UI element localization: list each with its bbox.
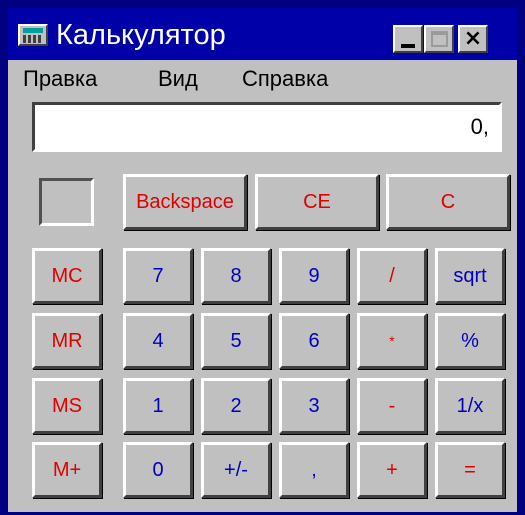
window-title: Калькулятор	[56, 19, 226, 51]
title-bar[interactable]: Калькулятор ×	[8, 8, 517, 60]
clear-entry-button[interactable]: CE	[255, 174, 379, 230]
memory-store-button[interactable]: MS	[32, 378, 102, 434]
digit-3-button[interactable]: 3	[279, 378, 349, 434]
minimize-button[interactable]	[393, 25, 423, 53]
backspace-button[interactable]: Backspace	[123, 174, 247, 230]
clear-button[interactable]: C	[386, 174, 510, 230]
menu-edit[interactable]: Правка	[23, 66, 97, 92]
minimize-icon	[401, 44, 415, 48]
equals-button[interactable]: =	[435, 442, 505, 498]
digit-6-button[interactable]: 6	[279, 313, 349, 369]
memory-recall-button[interactable]: MR	[32, 313, 102, 369]
digit-2-button[interactable]: 2	[201, 378, 271, 434]
menu-help[interactable]: Справка	[242, 66, 328, 92]
digit-7-button[interactable]: 7	[123, 248, 193, 304]
divide-button[interactable]: /	[357, 248, 427, 304]
minus-button[interactable]: -	[357, 378, 427, 434]
digit-1-button[interactable]: 1	[123, 378, 193, 434]
digit-8-button[interactable]: 8	[201, 248, 271, 304]
maximize-button	[424, 25, 454, 53]
menu-bar: Правка Вид Справка	[8, 60, 517, 96]
multiply-button[interactable]: *	[357, 313, 427, 369]
maximize-icon	[431, 31, 448, 47]
close-button[interactable]: ×	[458, 25, 488, 53]
digit-0-button[interactable]: 0	[123, 442, 193, 498]
digit-5-button[interactable]: 5	[201, 313, 271, 369]
calculator-app-icon	[18, 24, 48, 46]
percent-button[interactable]: %	[435, 313, 505, 369]
digit-9-button[interactable]: 9	[279, 248, 349, 304]
close-icon: ×	[463, 26, 483, 51]
memory-add-button[interactable]: M+	[32, 442, 102, 498]
reciprocal-button[interactable]: 1/x	[435, 378, 505, 434]
menu-view[interactable]: Вид	[158, 66, 198, 92]
plus-button[interactable]: +	[357, 442, 427, 498]
result-display: 0,	[32, 102, 502, 152]
sqrt-button[interactable]: sqrt	[435, 248, 505, 304]
plus-minus-button[interactable]: +/-	[201, 442, 271, 498]
calculator-window: Калькулятор × Правка Вид Справка 0, Back…	[8, 8, 517, 512]
memory-clear-button[interactable]: MC	[32, 248, 102, 304]
digit-4-button[interactable]: 4	[123, 313, 193, 369]
memory-indicator	[39, 178, 94, 226]
decimal-comma-button[interactable]: ,	[279, 442, 349, 498]
